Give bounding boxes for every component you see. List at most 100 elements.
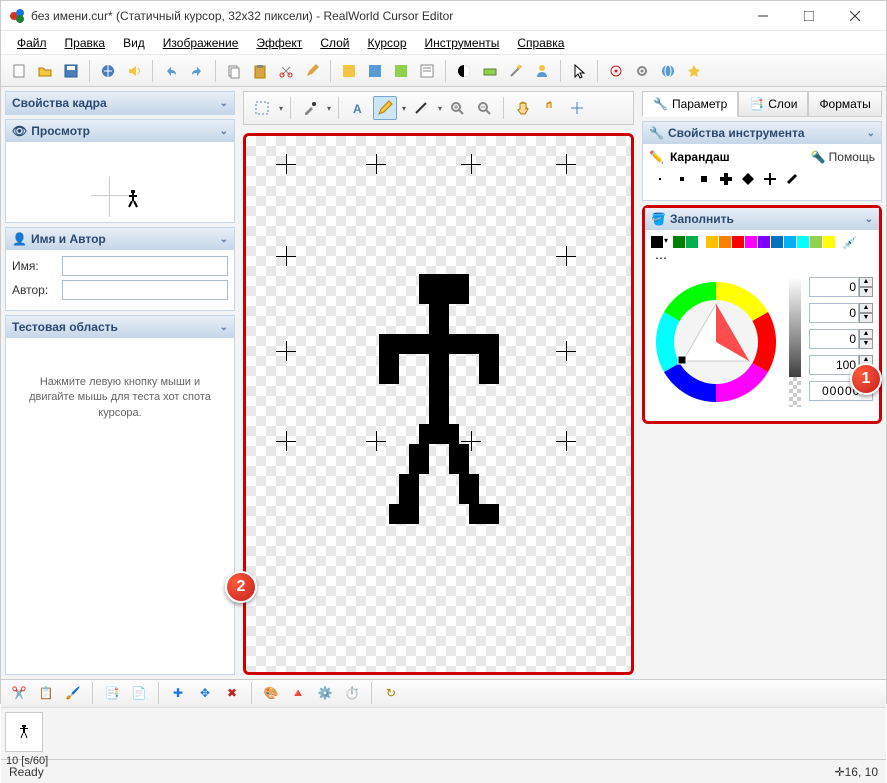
value-slider[interactable] [789,277,801,407]
val-input[interactable] [809,329,859,349]
more-colors-icon[interactable]: ⋯ [655,251,667,265]
move-frame-icon[interactable]: ✥ [193,681,217,705]
minimize-button[interactable] [740,1,786,31]
text-tool-icon[interactable]: A [346,96,370,120]
menu-view[interactable]: Вид [115,34,153,52]
swatch[interactable] [797,236,809,248]
save-icon[interactable] [59,59,83,83]
eyedropper-icon[interactable]: 💉 [842,236,857,250]
tab-formats[interactable]: Форматы [808,91,881,117]
clock-frame-icon[interactable]: ⏱️ [340,681,364,705]
cut-icon[interactable] [274,59,298,83]
swatch[interactable] [784,236,796,248]
brush-2px[interactable] [675,172,689,186]
frame-props-header[interactable]: Свойства кадра⌄ [6,92,234,114]
test-area-header[interactable]: Тестовая область⌄ [6,316,234,338]
properties-icon[interactable] [415,59,439,83]
fill-header[interactable]: 🪣Заполнить⌄ [645,208,879,230]
copy-frame-icon[interactable]: 📋 [34,681,58,705]
paste-icon[interactable] [248,59,272,83]
spin-up[interactable]: ▲ [859,277,873,287]
tri-frame-icon[interactable]: 🔺 [286,681,310,705]
brush-cross[interactable] [763,172,777,186]
gear-icon[interactable] [630,59,654,83]
magic-icon[interactable] [504,59,528,83]
online-icon[interactable] [96,59,120,83]
help-link[interactable]: 🔦Помощь [811,150,875,164]
undo-icon[interactable] [159,59,183,83]
menu-file[interactable]: Файл [9,34,55,52]
move-tool-icon[interactable] [538,96,562,120]
menu-image[interactable]: Изображение [155,34,247,52]
test-area-hint[interactable]: Нажмите левую кнопку мыши и двигайте мыш… [6,338,234,458]
swatch[interactable] [673,236,685,248]
swatch[interactable] [719,236,731,248]
zoom-in-icon[interactable] [445,96,469,120]
color-wheel[interactable] [651,277,781,407]
swatch[interactable] [706,236,718,248]
author-input[interactable] [62,280,228,300]
select-tool-icon[interactable] [250,96,274,120]
sat-input[interactable] [809,303,859,323]
hue-input[interactable] [809,277,859,297]
dropdown-icon[interactable]: ▾ [279,104,283,113]
zoom-out-icon[interactable] [472,96,496,120]
swatch[interactable] [771,236,783,248]
brush-icon[interactable] [300,59,324,83]
swatch[interactable] [686,236,698,248]
swatch[interactable] [745,236,757,248]
globe-icon[interactable] [656,59,680,83]
swatch[interactable] [823,236,835,248]
menu-edit[interactable]: Правка [57,34,114,52]
new-icon[interactable] [7,59,31,83]
star-icon[interactable] [682,59,706,83]
color3-icon[interactable] [389,59,413,83]
duplicate-frame-icon[interactable]: 📑 [100,681,124,705]
hotspot-tool-icon[interactable] [565,96,589,120]
brush-1px[interactable] [653,172,667,186]
cut-frame-icon[interactable]: ✂️ [7,681,31,705]
tab-layers[interactable]: 📑Слои [738,91,808,117]
brush-3px[interactable] [697,172,711,186]
tab-params[interactable]: 🔧Параметр [642,91,738,117]
contrast-icon[interactable] [452,59,476,83]
target-icon[interactable] [604,59,628,83]
name-author-header[interactable]: 👤Имя и Автор⌄ [6,228,234,250]
color1-icon[interactable] [337,59,361,83]
name-input[interactable] [62,256,228,276]
redo-icon[interactable] [185,59,209,83]
swatch[interactable] [758,236,770,248]
delete-frame-icon[interactable]: ✖ [220,681,244,705]
swatch-current[interactable] [651,236,663,248]
preview-header[interactable]: 👁Просмотр⌄ [6,120,234,142]
color2-icon[interactable] [363,59,387,83]
palette-frame-icon[interactable]: 🎨 [259,681,283,705]
cursor-icon[interactable] [567,59,591,83]
menu-tools[interactable]: Инструменты [417,34,508,52]
eyedropper-icon[interactable] [298,96,322,120]
effect-icon[interactable] [478,59,502,83]
brush-plus[interactable] [719,172,733,186]
spin-down[interactable]: ▼ [859,287,873,297]
brush-diag[interactable] [785,172,799,186]
canvas[interactable] [243,133,634,675]
paste-frame-icon[interactable]: 📄 [127,681,151,705]
menu-cursor[interactable]: Курсор [360,34,415,52]
frame-thumbnail[interactable]: 10 [s/60] [5,712,43,752]
hand-tool-icon[interactable] [511,96,535,120]
menu-help[interactable]: Справка [509,34,572,52]
sound-icon[interactable] [122,59,146,83]
maximize-button[interactable] [786,1,832,31]
tool-props-header[interactable]: 🔧Свойства инструмента⌄ [643,122,881,144]
menu-effect[interactable]: Эффект [248,34,310,52]
brush-diamond[interactable] [741,172,755,186]
swatch[interactable] [810,236,822,248]
paint-frame-icon[interactable]: 🖌️ [61,681,85,705]
refresh-frame-icon[interactable]: ↻ [379,681,403,705]
gear-frame-icon[interactable]: ⚙️ [313,681,337,705]
add-frame-icon[interactable]: ✚ [166,681,190,705]
close-button[interactable] [832,1,878,31]
open-icon[interactable] [33,59,57,83]
user-icon[interactable] [530,59,554,83]
line-tool-icon[interactable] [409,96,433,120]
